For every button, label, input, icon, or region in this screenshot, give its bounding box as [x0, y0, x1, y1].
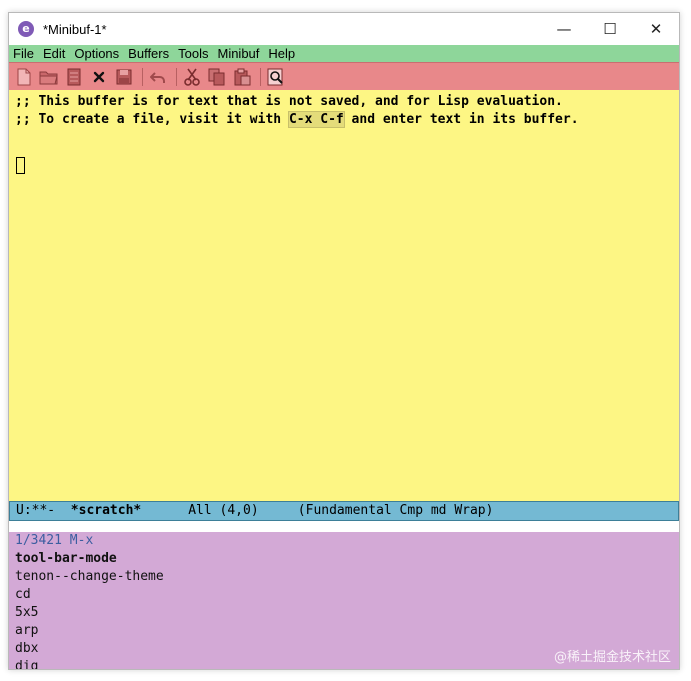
modeline-modes[interactable]: (Fundamental Cmp md Wrap)	[298, 503, 494, 518]
copy-icon	[208, 68, 225, 85]
watermark: @稀土掘金技术社区	[553, 650, 671, 665]
menu-bar: File Edit Options Buffers Tools Minibuf …	[9, 45, 679, 62]
completion-candidate[interactable]: 5x5	[15, 604, 679, 622]
open-folder-icon	[39, 71, 58, 84]
editor-text: ;; To create a file, visit it with	[15, 112, 289, 127]
completion-candidate[interactable]: cd	[15, 586, 679, 604]
tool-bar	[9, 62, 679, 90]
menu-tools[interactable]: Tools	[178, 45, 208, 62]
menu-buffers[interactable]: Buffers	[128, 45, 169, 62]
cut-icon	[184, 68, 200, 86]
minibuffer[interactable]: 1/3421 M-x tool-bar-mode tenon--change-t…	[9, 532, 679, 669]
editor-line: ;; To create a file, visit it with C-x C…	[15, 111, 679, 129]
close-icon	[93, 71, 105, 82]
cut-button[interactable]	[181, 66, 203, 88]
toolbar-separator	[176, 67, 177, 86]
dired-button[interactable]	[63, 66, 85, 88]
copy-button[interactable]	[206, 66, 228, 88]
completion-candidate-selected[interactable]: tool-bar-mode	[15, 550, 679, 568]
emacs-window: e *Minibuf-1* — ☐ ✕ File Edit Options Bu…	[8, 12, 680, 670]
new-file-button[interactable]	[13, 66, 35, 88]
completion-candidate[interactable]: arp	[15, 622, 679, 640]
open-file-button[interactable]	[38, 66, 60, 88]
menu-help[interactable]: Help	[268, 45, 295, 62]
save-icon	[116, 69, 132, 84]
text-cursor	[16, 157, 25, 174]
minibuffer-prompt: 1/3421 M-x	[15, 533, 94, 548]
undo-icon	[150, 71, 165, 83]
window-title: *Minibuf-1*	[43, 21, 107, 37]
title-bar[interactable]: e *Minibuf-1* — ☐ ✕	[9, 13, 679, 45]
kill-buffer-button[interactable]	[88, 66, 110, 88]
emacs-app-icon: e	[18, 21, 34, 37]
new-file-icon	[17, 68, 31, 85]
modeline-status: U:**-	[16, 503, 71, 518]
menu-options[interactable]: Options	[74, 45, 119, 62]
close-window-button[interactable]: ✕	[633, 13, 679, 45]
scratch-buffer[interactable]: ;; This buffer is for text that is not s…	[9, 90, 679, 501]
paste-icon	[234, 68, 251, 85]
search-button[interactable]	[265, 66, 287, 88]
menu-file[interactable]: File	[13, 45, 34, 62]
editor-line: ;; This buffer is for text that is not s…	[15, 94, 563, 109]
minimize-button[interactable]: —	[541, 13, 587, 45]
menu-edit[interactable]: Edit	[43, 45, 65, 62]
toolbar-separator	[260, 67, 261, 86]
modeline-buffer-name[interactable]: *scratch*	[71, 503, 141, 518]
save-button[interactable]	[113, 66, 135, 88]
editor-text: and enter text in its buffer.	[343, 112, 579, 127]
search-icon	[267, 68, 283, 85]
mode-line[interactable]: U:**- *scratch* All (4,0) (Fundamental C…	[9, 501, 679, 521]
modeline-position: All (4,0)	[141, 503, 298, 518]
menu-minibuf[interactable]: Minibuf	[217, 45, 259, 62]
completion-candidate[interactable]: tenon--change-theme	[15, 568, 679, 586]
paste-button[interactable]	[231, 66, 253, 88]
undo-button[interactable]	[147, 66, 169, 88]
key-binding-highlight: C-x C-f	[287, 111, 345, 128]
maximize-button[interactable]: ☐	[587, 13, 633, 45]
toolbar-separator	[142, 67, 143, 86]
dired-icon	[67, 68, 81, 85]
